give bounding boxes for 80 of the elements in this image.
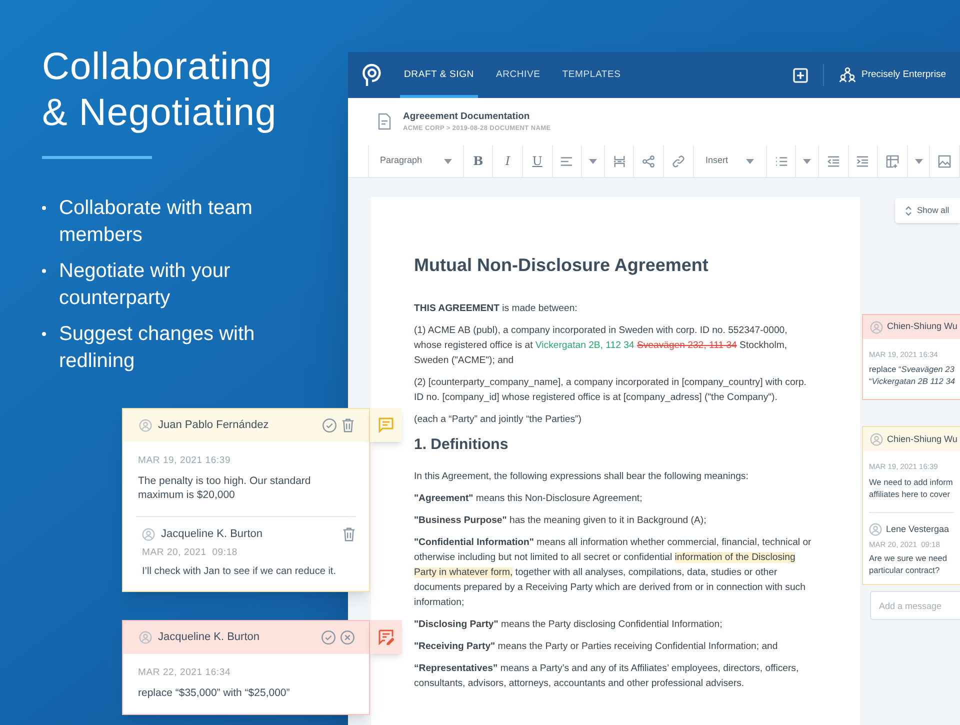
bullet-icon xyxy=(42,332,46,336)
italic-button[interactable]: I xyxy=(493,145,524,177)
comment-text: Are we sure we need particular contract? xyxy=(869,552,948,576)
paragraph: “Representatives” means a Party’s and any of its Affiliates’ employees, directors, officers, consultants, advisors, attorneys, accountants and other professional advisers. xyxy=(414,662,800,690)
document-icon xyxy=(378,113,391,130)
insert-dropdown[interactable]: Insert xyxy=(694,145,767,177)
paragraph: (each a “Party” and jointly “the Parties”) xyxy=(414,413,582,427)
comment-text: I’ll check with Jan to see if we can reduce it. xyxy=(142,565,337,579)
document-heading: Mutual Non-Disclosure Agreement xyxy=(414,254,710,277)
paragraph: "Agreement" means this Non-Disclosure Agreement; xyxy=(414,492,644,506)
expand-icon xyxy=(905,206,912,216)
underline-button[interactable]: U xyxy=(523,145,553,177)
trash-icon[interactable] xyxy=(342,527,356,542)
avatar-icon xyxy=(139,631,152,644)
paragraph: In this Agreement, the following expressions shall bear the following meanings: xyxy=(414,470,750,484)
list-icon[interactable] xyxy=(774,154,788,168)
caret-icon xyxy=(588,158,597,164)
comment-author: Jacqueline K. Burton xyxy=(158,630,260,646)
comment-text: We need to add inform affiliates here to cover xyxy=(869,476,954,500)
caret-icon xyxy=(444,158,452,164)
nodes-icon[interactable] xyxy=(642,154,656,168)
annotation-tab[interactable] xyxy=(370,620,402,654)
paragraph: "Disclosing Party" means the Party disclosing Confidential Information; xyxy=(414,618,724,632)
caret-icon xyxy=(803,158,812,164)
link-icon[interactable] xyxy=(672,154,685,168)
paragraph: THIS AGREEMENT is made between: xyxy=(414,302,578,316)
trash-icon[interactable] xyxy=(341,418,355,433)
close-circle-icon[interactable] xyxy=(340,630,355,645)
avatar-icon xyxy=(870,432,883,446)
paragraph: "Confidential Information" means all information whether commercial, financial, technical or otherwise including but not limited to all secret or confidential information of the Disclosing Party in whatever form, together with all analyses, compilations, data, studies or other documents prepared by a Receiving Party which are derived from or in connection with such information; xyxy=(414,536,812,610)
add-icon[interactable] xyxy=(792,68,808,82)
image-icon[interactable] xyxy=(938,154,952,168)
bullet-icon xyxy=(42,269,46,273)
comment-author: Chien-Shiung Wu xyxy=(887,432,958,446)
comment-text: replace “Sveavägen 23 “Vickergatan 2B 112 34 xyxy=(869,363,954,388)
logo-icon[interactable] xyxy=(362,62,382,88)
paragraph: "Business Purpose" has the meaning given to it in Background (A); xyxy=(414,514,708,528)
page-break-icon[interactable] xyxy=(612,154,626,168)
comment-date: MAR 19, 2021 16:39 xyxy=(138,454,232,468)
document-title: Agreeement Documentation xyxy=(403,110,531,124)
comment-icon[interactable] xyxy=(378,417,394,433)
bold-button[interactable]: B xyxy=(464,145,494,177)
feature-bullet: Collaborate with team members xyxy=(59,196,254,248)
nav-tab[interactable]: ARCHIVE xyxy=(492,52,544,98)
account-name[interactable]: Precisely Enterprise xyxy=(862,68,946,82)
paragraph: "Receiving Party" means the Party or Parties receiving Confidential Information; and xyxy=(414,640,779,654)
feature-bullet: Suggest changes with redlining xyxy=(59,322,256,374)
avatar-icon xyxy=(869,522,882,536)
comment-text: replace “$35,000” with “$25,000” xyxy=(138,686,291,700)
show-all-button[interactable]: Show all xyxy=(895,198,960,223)
avatar-icon xyxy=(870,320,883,334)
avatar-icon xyxy=(142,528,155,541)
caret-icon xyxy=(746,158,754,164)
outdent-icon[interactable] xyxy=(826,154,840,168)
bullet-icon xyxy=(42,206,46,210)
section-heading: 1. Definitions xyxy=(414,435,510,455)
avatar-icon xyxy=(139,419,152,432)
paragraph-dropdown[interactable]: Paragraph xyxy=(368,145,464,177)
comment-date: MAR 22, 2021 16:34 xyxy=(138,666,232,680)
indent-icon[interactable] xyxy=(856,154,870,168)
comment-author: Lene Vestergaa xyxy=(886,522,950,536)
check-circle-icon[interactable] xyxy=(321,630,336,645)
check-circle-icon[interactable] xyxy=(322,418,337,433)
team-icon[interactable] xyxy=(838,67,856,83)
feature-bullet: Negotiate with your counterparty xyxy=(59,259,232,311)
nav-tab[interactable]: TEMPLATES xyxy=(558,52,625,98)
hero-title: Collaborating & Negotiating xyxy=(42,45,278,136)
comment-author: Juan Pablo Fernández xyxy=(158,418,269,434)
comment-text: The penalty is too high. Our standard maximum is $20,000 xyxy=(138,474,312,502)
table-icon[interactable] xyxy=(886,154,899,168)
message-field[interactable]: Add a message xyxy=(870,591,960,620)
comment-author: Chien-Shiung Wu xyxy=(887,320,958,334)
caret-icon xyxy=(914,158,923,164)
paragraph: (1) ACME AB (publ), a company incorporated in Sweden with corp. ID no. 552347-0000, whose registered office is at Vickergatan 2B, 112 34 Sveavägen 232, 111 34 Stockholm, Sweden ("ACME"); and xyxy=(414,324,788,368)
align-left-icon[interactable] xyxy=(560,154,574,168)
paragraph: (2) [counterparty_company_name], a company incorporated in [company_country] with corp. ID no. [company_id] whose registered office is at [company_adress] ("the Company"). xyxy=(414,376,808,405)
annotation-tab[interactable] xyxy=(370,408,402,442)
edit-document-icon[interactable] xyxy=(378,629,394,645)
comment-date: MAR 20, 2021 09:18 xyxy=(142,546,238,560)
comment-author: Jacqueline K. Burton xyxy=(161,527,263,542)
